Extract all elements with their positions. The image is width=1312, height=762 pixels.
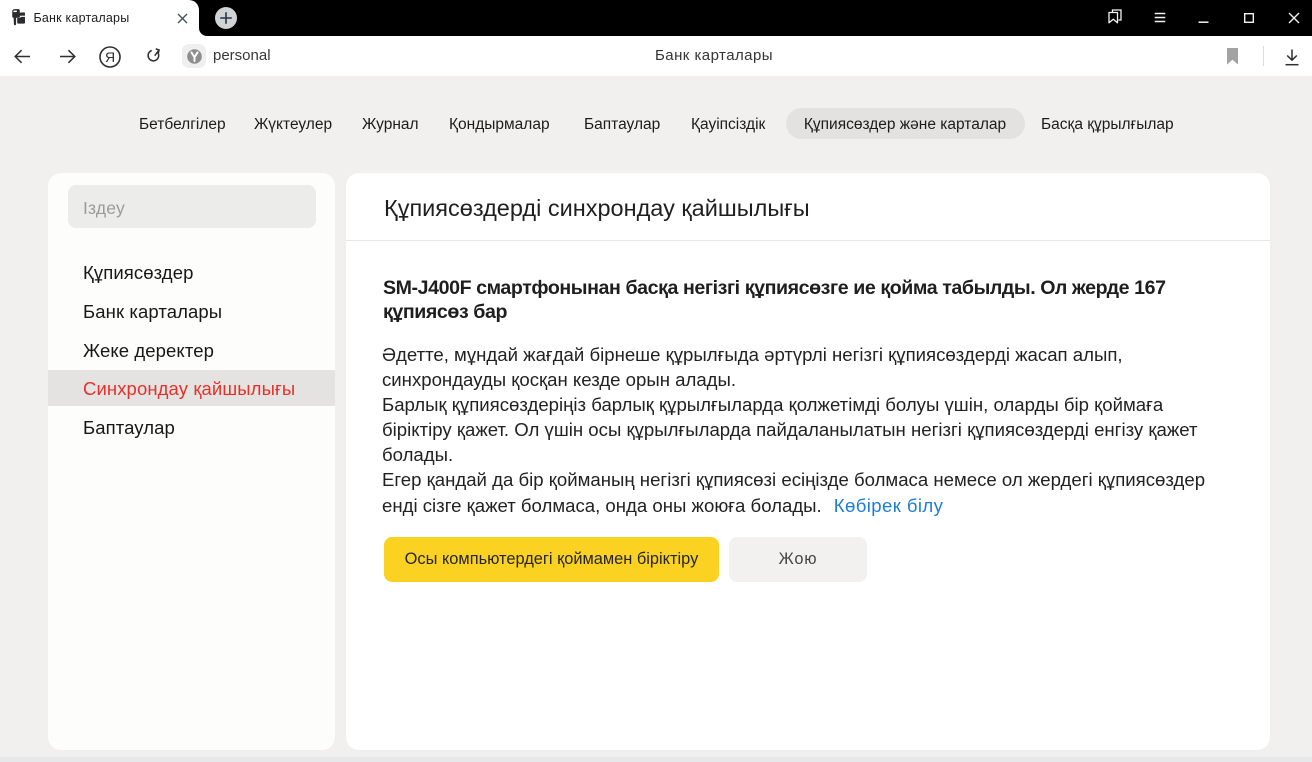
svg-text:Я: Я (105, 49, 115, 65)
